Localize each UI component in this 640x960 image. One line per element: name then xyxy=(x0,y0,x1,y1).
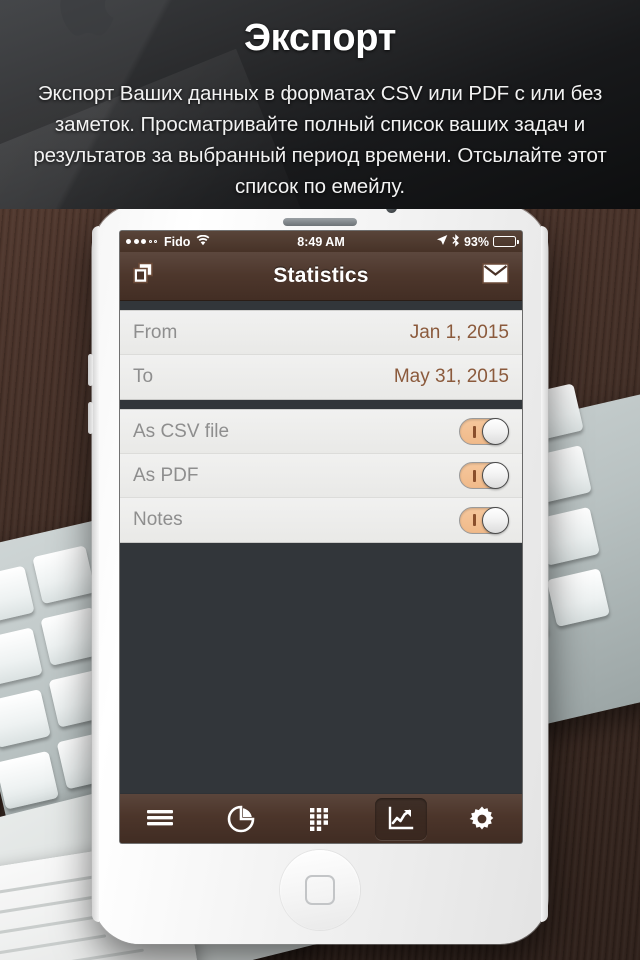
battery-percent: 93% xyxy=(463,234,489,249)
earpiece-speaker xyxy=(283,218,357,226)
promo-header: Экспорт Экспорт Ваших данных в форматах … xyxy=(0,0,640,209)
wifi-icon xyxy=(196,234,210,249)
row-to-value: May 31, 2015 xyxy=(393,366,509,387)
carrier-name: Fido xyxy=(164,234,191,249)
row-as-csv-file-label: As CSV file xyxy=(133,420,230,442)
screenshot-root: Fido 8:49 AM 93% Statistics From Jan 1, … xyxy=(0,0,640,960)
row-notes[interactable]: Notes xyxy=(120,498,522,542)
row-from-value: Jan 1, 2015 xyxy=(409,321,509,343)
tab-settings[interactable] xyxy=(442,794,522,843)
tab-grid[interactable] xyxy=(281,794,361,843)
phone-screen: Fido 8:49 AM 93% Statistics From Jan 1, … xyxy=(120,231,522,843)
home-button[interactable] xyxy=(280,850,360,930)
copy-icon[interactable] xyxy=(131,262,157,291)
signal-strength-icon xyxy=(126,239,157,244)
row-to[interactable]: To May 31, 2015 xyxy=(120,355,522,399)
toggle-notes[interactable] xyxy=(459,506,509,534)
promo-title: Экспорт xyxy=(243,17,397,59)
navigation-bar: Statistics xyxy=(120,252,522,301)
toggle-as-csv-file[interactable] xyxy=(459,418,509,445)
page-title: Statistics xyxy=(273,264,369,287)
battery-icon xyxy=(493,236,519,247)
list-icon xyxy=(147,809,174,825)
export-options-group: As CSV file As PDF Notes xyxy=(120,409,522,543)
row-as-pdf[interactable]: As PDF xyxy=(120,454,522,498)
grid-icon xyxy=(310,807,329,831)
content-area xyxy=(120,543,522,793)
mail-icon[interactable] xyxy=(482,263,509,289)
iphone-device: Fido 8:49 AM 93% Statistics From Jan 1, … xyxy=(88,202,548,944)
date-range-group: From Jan 1, 2015 To May 31, 2015 xyxy=(120,310,522,400)
volume-up-button[interactable] xyxy=(88,354,93,386)
home-square-icon xyxy=(305,875,335,905)
row-to-label: To xyxy=(133,366,154,387)
tab-bar xyxy=(120,793,522,843)
phone-edge-left xyxy=(92,226,99,922)
tab-statistics[interactable] xyxy=(361,794,441,843)
toggle-as-pdf[interactable] xyxy=(459,462,509,489)
location-arrow-icon xyxy=(436,234,448,249)
volume-down-button[interactable] xyxy=(88,402,93,434)
pie-chart-icon xyxy=(227,805,254,832)
phone-edge-right xyxy=(541,226,548,922)
bluetooth-icon xyxy=(452,233,460,250)
row-from[interactable]: From Jan 1, 2015 xyxy=(120,311,522,355)
tab-list[interactable] xyxy=(120,794,200,843)
promo-description: Экспорт Ваших данных в форматах CSV или … xyxy=(33,82,607,198)
row-notes-label: Notes xyxy=(133,509,183,530)
row-as-pdf-label: As PDF xyxy=(133,464,199,486)
gear-icon xyxy=(469,806,494,829)
tab-pie-chart[interactable] xyxy=(200,794,280,843)
status-bar: Fido 8:49 AM 93% xyxy=(120,231,522,252)
status-time: 8:49 AM xyxy=(297,234,345,249)
line-chart-icon xyxy=(389,806,414,829)
row-from-label: From xyxy=(133,321,178,343)
row-as-csv-file[interactable]: As CSV file xyxy=(120,410,522,454)
